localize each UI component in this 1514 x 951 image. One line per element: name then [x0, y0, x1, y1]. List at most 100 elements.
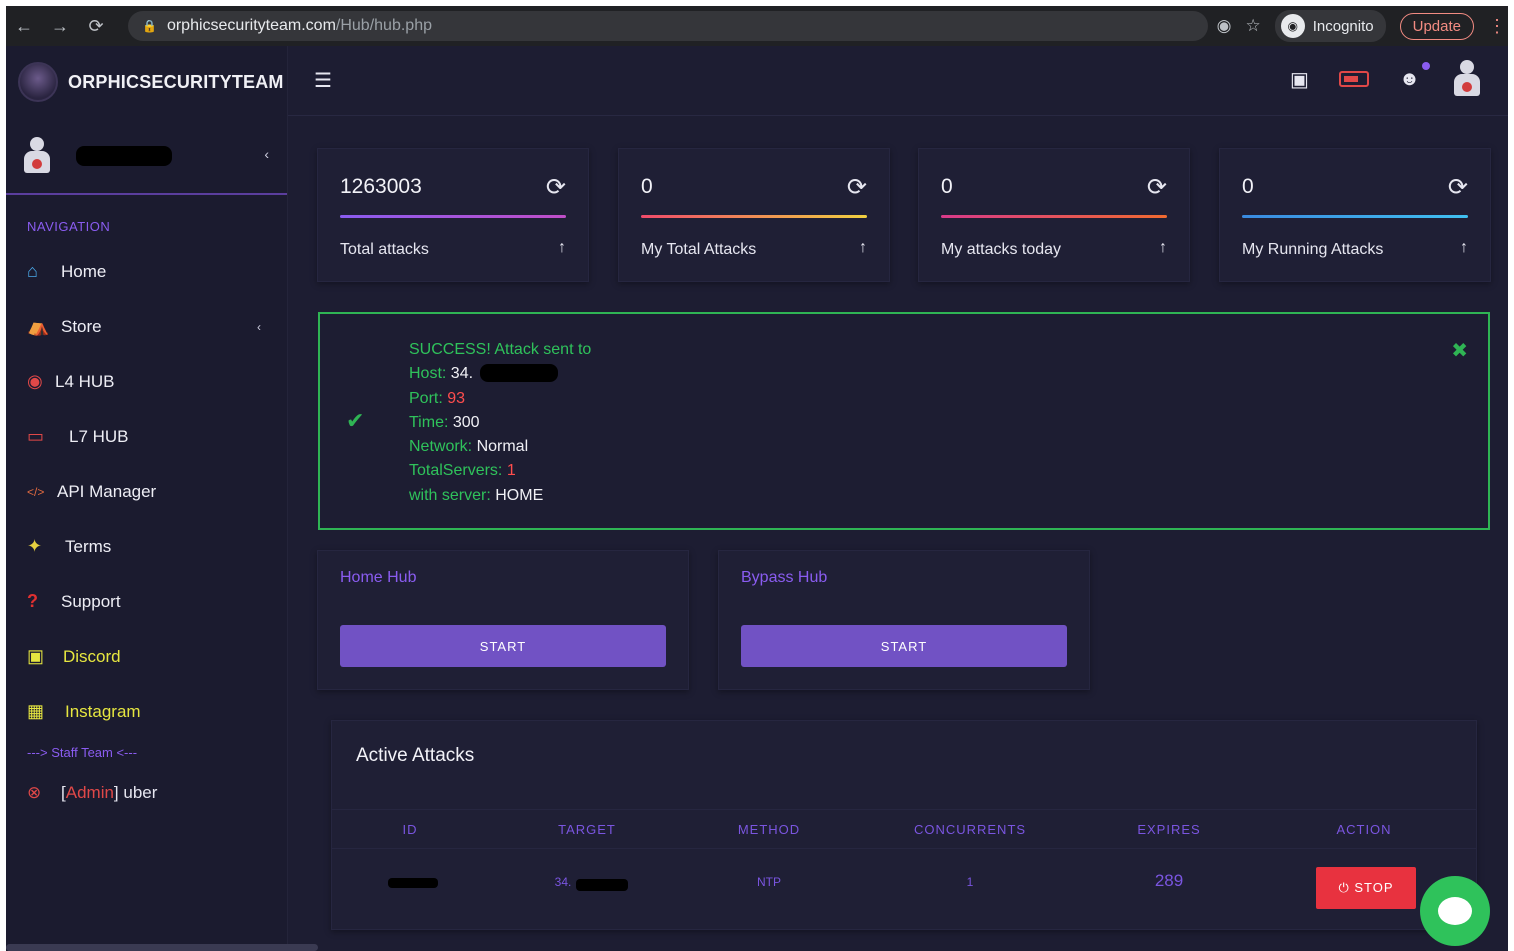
- sidebar-item-label: Instagram: [65, 701, 141, 721]
- refresh-icon[interactable]: ⟳: [546, 173, 566, 202]
- sidebar-item-support[interactable]: ? Support: [6, 574, 287, 629]
- success-alert: ✔ ✖ SUCCESS! Attack sent to Host: 34. Po…: [318, 312, 1490, 530]
- brand-logo-icon: [18, 62, 58, 102]
- collapse-chevron-icon[interactable]: ‹: [264, 146, 269, 162]
- sidebar-item-instagram[interactable]: ▦ Instagram: [6, 684, 287, 739]
- sidebar-item-home[interactable]: ⌂ Home: [6, 244, 287, 299]
- bypass-hub-card: Bypass Hub START: [718, 550, 1090, 690]
- stat-label: Total attacks: [340, 241, 429, 258]
- sidebar-item-l4-hub[interactable]: ◉ L4 HUB: [6, 354, 287, 409]
- profile-avatar-icon[interactable]: [1450, 60, 1484, 98]
- back-icon[interactable]: ←: [6, 16, 42, 37]
- sidebar-item-label: Terms: [65, 536, 112, 556]
- sidebar-item-label: L4 HUB: [55, 371, 115, 391]
- admin-name: uber: [118, 783, 158, 802]
- basket-icon: ⛺: [27, 316, 50, 336]
- column-header-method: METHOD: [737, 822, 801, 837]
- sidebar-item-terms[interactable]: ✦ Terms: [6, 519, 287, 574]
- power-icon: ⏻: [1338, 880, 1350, 895]
- address-bar[interactable]: 🔒 orphicsecurityteam.com/Hub/hub.php: [128, 11, 1208, 41]
- staff-section-title: ---> Staff Team <---: [27, 745, 138, 760]
- home-icon: ⌂: [27, 261, 38, 281]
- sidebar-item-api-manager[interactable]: </> API Manager: [6, 464, 287, 519]
- active-attacks-card: Active Attacks ID TARGET METHOD CONCURRE…: [331, 720, 1477, 930]
- nav-section-title: NAVIGATION: [27, 219, 111, 234]
- arrow-up-icon: ↑: [1159, 239, 1167, 256]
- stop-label: STOP: [1354, 880, 1394, 895]
- hamburger-menu-icon[interactable]: ☰: [314, 68, 332, 93]
- column-header-id: ID: [402, 822, 418, 837]
- alert-heading: SUCCESS! Attack sent to: [409, 341, 592, 358]
- reload-icon[interactable]: ⟳: [78, 16, 114, 37]
- discord-icon[interactable]: ▣: [1290, 67, 1309, 92]
- fire-icon: ◉: [27, 371, 43, 391]
- hub-title: Home Hub: [340, 569, 417, 586]
- alert-server: with server: HOME: [409, 486, 544, 504]
- sidebar-item-label: Discord: [63, 646, 121, 666]
- redacted-host: [480, 364, 558, 382]
- bypass-hub-start-button[interactable]: START: [741, 625, 1067, 667]
- magic-icon: ✦: [27, 536, 43, 556]
- stat-value: 0: [1242, 175, 1254, 198]
- sidebar-item-l7-hub[interactable]: ▭ L7 HUB: [6, 409, 287, 464]
- refresh-icon[interactable]: ⟳: [1448, 173, 1468, 202]
- sidebar-item-discord[interactable]: ▣ Discord: [6, 629, 287, 684]
- stat-card-my-total-attacks: 0 ⟳ My Total Attacks ↑: [618, 148, 890, 282]
- close-icon[interactable]: ✖: [1451, 338, 1468, 363]
- brand[interactable]: ORPHICSECURITYTEAM: [6, 46, 287, 118]
- star-icon[interactable]: ☆: [1245, 16, 1260, 36]
- x-circle-icon: ⊗: [27, 783, 42, 802]
- arrow-up-icon: ↑: [1460, 239, 1468, 256]
- stat-label: My Running Attacks: [1242, 241, 1384, 258]
- url-path: /Hub/hub.php: [335, 17, 432, 34]
- battery-icon: ▭: [27, 426, 45, 446]
- sidebar-item-label: L7 HUB: [69, 426, 129, 446]
- home-hub-card: Home Hub START: [317, 550, 689, 690]
- menu-dots-icon[interactable]: ⋮: [1488, 16, 1506, 37]
- stat-label: My attacks today: [941, 241, 1062, 258]
- update-button[interactable]: Update: [1399, 12, 1474, 40]
- arrow-up-icon: ↑: [859, 239, 867, 256]
- stop-attack-button[interactable]: ⏻ STOP: [1316, 867, 1416, 909]
- refresh-icon[interactable]: ⟳: [847, 173, 867, 202]
- staff-item-admin[interactable]: ⊗ [Admin] uber: [6, 769, 287, 817]
- check-icon: ✔: [346, 408, 365, 433]
- redacted-target: [576, 879, 628, 891]
- staff-admin-label: [Admin] uber: [61, 783, 158, 802]
- cell-concurrents: 1: [966, 875, 974, 889]
- sidebar-item-store[interactable]: ⛺ Store ‹: [6, 299, 287, 354]
- admin-tag: Admin: [65, 783, 114, 802]
- lock-icon: 🔒: [142, 19, 157, 33]
- question-icon: ?: [27, 591, 38, 611]
- eye-off-icon[interactable]: ◉: [1217, 16, 1232, 36]
- active-attacks-title: Active Attacks: [356, 745, 475, 766]
- notification-dot: [1422, 61, 1430, 70]
- sidebar-nav: ⌂ Home ⛺ Store ‹ ◉ L4 HUB ▭ L7 HUB </> A…: [6, 244, 287, 739]
- incognito-badge[interactable]: ◉ Incognito: [1274, 10, 1386, 42]
- alert-network: Network: Normal: [409, 438, 529, 456]
- alert-time: Time: 300: [409, 413, 480, 431]
- battery-icon[interactable]: [1338, 71, 1369, 87]
- sidebar-item-label: Support: [61, 591, 121, 611]
- code-icon: </>: [27, 484, 45, 499]
- cell-expires: 289: [1154, 871, 1184, 890]
- chat-widget-button[interactable]: [1420, 876, 1490, 946]
- stat-value: 0: [941, 175, 953, 198]
- cell-method: NTP: [757, 875, 781, 889]
- incognito-label: Incognito: [1312, 17, 1374, 35]
- alert-port: Port: 93: [409, 389, 466, 407]
- hub-title: Bypass Hub: [741, 569, 828, 586]
- users-icon[interactable]: ☻: [1399, 61, 1430, 91]
- stat-value: 0: [641, 175, 653, 198]
- refresh-icon[interactable]: ⟳: [1147, 173, 1167, 202]
- horizontal-scrollbar[interactable]: [6, 944, 318, 951]
- gift-icon: ▦: [27, 701, 45, 721]
- table-header: ID TARGET METHOD CONCURRENTS EXPIRES ACT…: [332, 809, 1476, 849]
- table-row: 34. NTP 1 289 ⏻ STOP: [332, 851, 1476, 921]
- home-hub-start-button[interactable]: START: [340, 625, 666, 667]
- forward-icon[interactable]: →: [42, 16, 78, 37]
- stat-bar: [941, 215, 1167, 218]
- column-header-target: TARGET: [558, 822, 616, 837]
- chevron-left-icon: ‹: [257, 319, 261, 334]
- avatar: [22, 136, 52, 175]
